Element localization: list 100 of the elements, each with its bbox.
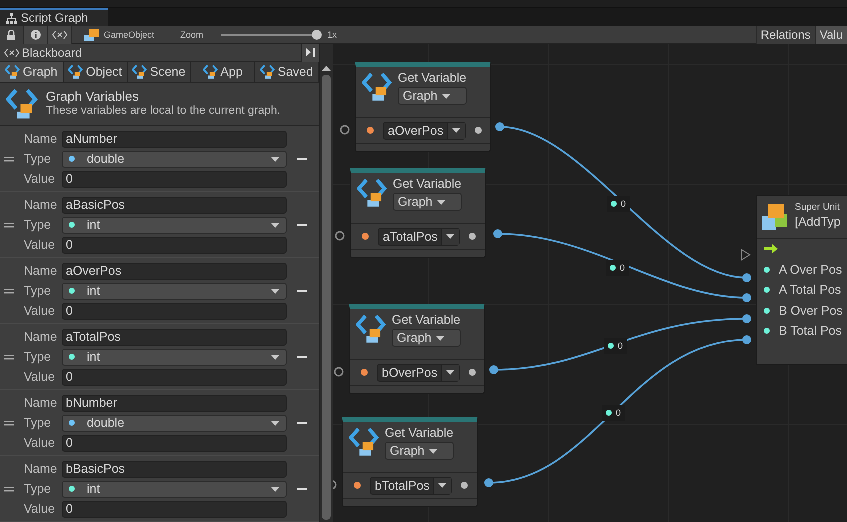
field-label: Type	[23, 284, 52, 298]
value-field[interactable]: 0	[62, 368, 287, 386]
drag-handle-icon[interactable]	[4, 420, 14, 426]
input-port[interactable]	[366, 126, 375, 135]
variable-icon	[132, 64, 148, 80]
value-field[interactable]: 0	[62, 236, 287, 254]
drag-handle-icon[interactable]	[4, 222, 14, 228]
output-port[interactable]	[474, 126, 483, 135]
section-description: These variables are local to the current graph.	[46, 105, 281, 117]
variable-icon	[68, 64, 84, 80]
variable-dropdown[interactable]: aTotalPos	[378, 228, 460, 246]
input-port[interactable]	[742, 294, 752, 302]
caret-icon	[271, 486, 280, 492]
flow-input-icon[interactable]	[741, 249, 751, 261]
super-unit-node[interactable]: Super Unit [AddTyp A Over Pos A Total Pos B Over Pos B Total Pos	[756, 195, 847, 365]
value-field[interactable]: 0	[62, 170, 287, 188]
control-port[interactable]	[334, 367, 344, 377]
input-port[interactable]	[361, 232, 370, 241]
type-dropdown[interactable]: double	[62, 414, 287, 432]
port-label: A Total Pos	[779, 283, 842, 298]
variable-icon	[349, 426, 381, 458]
variable-icon	[260, 64, 276, 80]
variable-dropdown[interactable]: bTotalPos	[370, 476, 452, 494]
value-field[interactable]: 0	[62, 434, 287, 452]
lock-button[interactable]	[0, 26, 24, 44]
wire-value: 0	[618, 341, 624, 351]
input-port[interactable]	[360, 368, 369, 377]
blackboard-title: Blackboard	[0, 46, 301, 60]
control-port[interactable]	[335, 231, 345, 241]
caret-icon	[446, 234, 455, 239]
scroll-up-icon[interactable]	[322, 66, 331, 71]
variable-icon	[202, 64, 219, 80]
drag-handle-icon[interactable]	[4, 486, 14, 492]
flow-arrow-icon	[764, 244, 778, 254]
drag-handle-icon[interactable]	[4, 156, 14, 162]
variable-icon	[6, 87, 40, 121]
collapse-button[interactable]	[301, 44, 319, 62]
minus-icon	[297, 158, 307, 160]
type-dropdown[interactable]: int	[62, 282, 287, 300]
caret-icon	[271, 222, 280, 228]
name-field[interactable]: bBasicPos	[62, 460, 287, 478]
control-port[interactable]	[340, 125, 350, 135]
name-field[interactable]: aNumber	[62, 130, 287, 148]
type-dropdown[interactable]: int	[62, 216, 287, 234]
output-port[interactable]	[496, 122, 504, 132]
input-port[interactable]	[742, 274, 752, 282]
type-dropdown[interactable]: double	[62, 150, 287, 168]
port-label: B Over Pos	[779, 304, 843, 318]
input-port[interactable]	[353, 481, 362, 490]
scope-dropdown[interactable]: Graph	[385, 442, 454, 460]
field-label: Value	[23, 238, 56, 252]
caret-icon	[446, 370, 455, 375]
scope-tab[interactable]: Graph	[0, 62, 64, 82]
name-field[interactable]: aTotalPos	[62, 328, 287, 346]
output-port[interactable]	[468, 232, 477, 241]
minus-icon	[297, 488, 307, 490]
cube-icon	[84, 28, 100, 42]
type-dropdown[interactable]: int	[62, 480, 287, 498]
drag-handle-icon[interactable]	[4, 288, 14, 294]
window-tab[interactable]: Script Graph	[0, 8, 108, 26]
scope-dropdown[interactable]: Graph	[392, 329, 461, 347]
scope-dropdown[interactable]: Graph	[398, 87, 467, 105]
variable-dropdown[interactable]: aOverPos	[383, 122, 466, 140]
output-port[interactable]	[484, 478, 494, 488]
panel-tab[interactable]: Valu	[814, 26, 847, 44]
zoom-label: Zoom	[180, 30, 204, 40]
variables-button[interactable]	[48, 26, 72, 44]
get-variable-node[interactable]: Get Variable Graph aOverPos	[355, 62, 491, 152]
value-field[interactable]: 0	[62, 500, 287, 518]
input-port[interactable]	[742, 336, 752, 344]
field-label: Type	[23, 152, 52, 166]
value-dot	[611, 201, 617, 207]
output-port[interactable]	[460, 481, 469, 490]
output-port[interactable]	[468, 368, 477, 377]
info-button[interactable]	[24, 26, 48, 44]
name-field[interactable]: bNumber	[62, 394, 287, 412]
wire-value: 0	[621, 199, 626, 209]
get-variable-node[interactable]: Get Variable Graph aTotalPos	[350, 168, 486, 258]
name-field[interactable]: aBasicPos	[62, 196, 287, 214]
caret-icon	[428, 448, 438, 454]
output-port[interactable]	[494, 230, 502, 238]
type-dropdown[interactable]: int	[62, 348, 287, 366]
caret-icon	[271, 288, 280, 294]
graph-canvas[interactable]: 0 0 0 0 Get Variable Graph aOverPos Get Variable Graph aTotalPos Get Variable Graph bOverPos Get Variable Graph bTotalPos Super Unit [AddTyp A Over Pos A Total Pos B Over Pos B Total Pos	[333, 44, 847, 522]
variable-dropdown[interactable]: bOverPos	[377, 364, 460, 382]
scope-dropdown[interactable]: Graph	[393, 193, 462, 211]
drag-handle-icon[interactable]	[4, 354, 14, 360]
scrollbar-thumb[interactable]	[322, 75, 331, 520]
get-variable-node[interactable]: Get Variable Graph bOverPos	[349, 304, 485, 394]
zoom-reading: 1x	[328, 30, 338, 40]
node-title: Get Variable	[392, 313, 461, 327]
value-field[interactable]: 0	[62, 302, 287, 320]
get-variable-node[interactable]: Get Variable Graph bTotalPos	[342, 417, 478, 507]
output-port[interactable]	[490, 366, 498, 374]
caret-icon	[442, 94, 451, 98]
field-label: Name	[23, 396, 58, 410]
panel-tab[interactable]: Relations	[756, 26, 815, 44]
input-port[interactable]	[742, 314, 752, 324]
minus-icon	[297, 422, 307, 424]
name-field[interactable]: aOverPos	[62, 262, 287, 280]
